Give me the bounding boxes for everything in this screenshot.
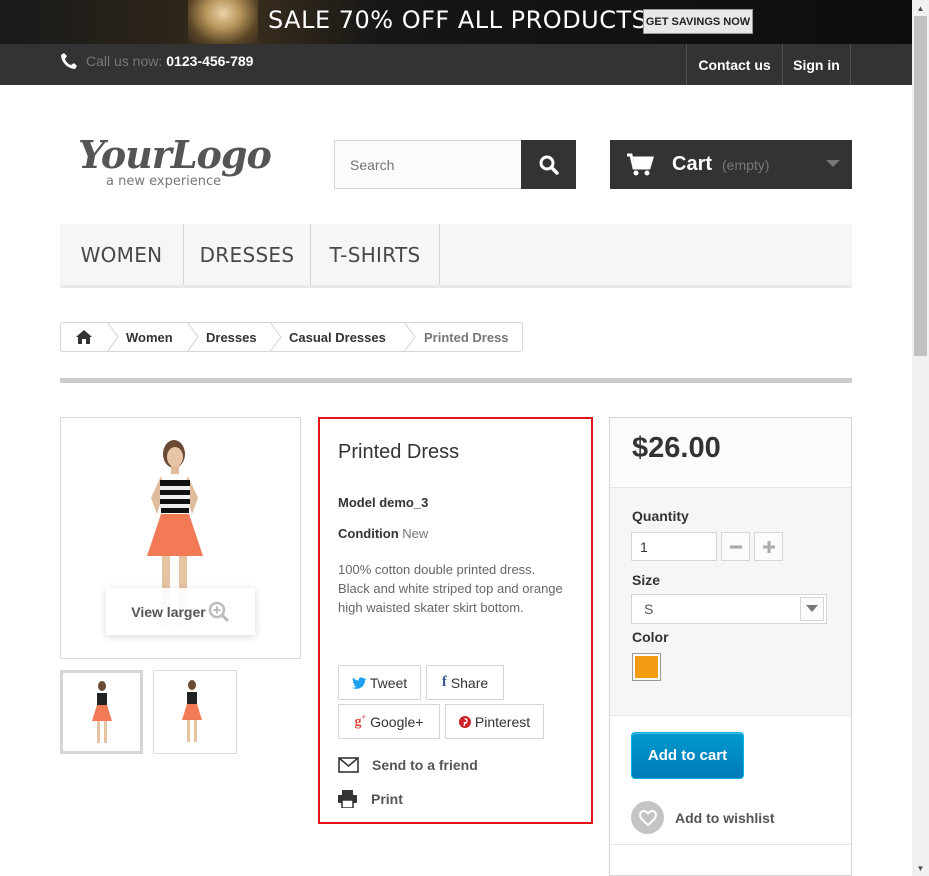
color-swatch-fill: [635, 656, 658, 678]
phone-icon: [61, 53, 77, 69]
pinterest-button[interactable]: Pinterest: [445, 704, 544, 739]
get-savings-button[interactable]: GET SAVINGS NOW: [643, 9, 753, 34]
promo-banner[interactable]: SALE 70% OFF ALL PRODUCTS GET SAVINGS NO…: [0, 0, 912, 44]
google-plus-icon: g+: [354, 712, 367, 730]
banner-model-image: [188, 0, 258, 44]
search-input[interactable]: [335, 141, 522, 188]
buy-box: $26.00 Quantity 1 Size S Color Add to ca…: [609, 417, 852, 876]
call-label: Call us now:: [86, 53, 163, 69]
breadcrumb-casual-dresses[interactable]: Casual Dresses: [289, 323, 386, 351]
breadcrumb-separator: [107, 322, 119, 352]
page-scrollbar[interactable]: ▲ ▼: [912, 0, 929, 876]
scrollbar-thumb[interactable]: [914, 16, 927, 356]
color-label: Color: [632, 629, 669, 645]
thumbnail-image: [92, 681, 112, 743]
google-plus-button[interactable]: g+ Google+: [338, 704, 440, 739]
breadcrumb-home[interactable]: [61, 323, 107, 351]
section-divider: [60, 378, 852, 383]
quantity-label: Quantity: [632, 508, 689, 524]
size-select[interactable]: S: [631, 594, 827, 624]
scroll-down-arrow[interactable]: ▼: [912, 860, 929, 876]
contact-us-link[interactable]: Contact us: [686, 44, 782, 85]
print-link[interactable]: Print: [338, 790, 403, 808]
breadcrumb-dresses[interactable]: Dresses: [206, 323, 257, 351]
send-to-friend-link[interactable]: Send to a friend: [338, 757, 478, 773]
condition-value: New: [402, 526, 429, 541]
printer-icon: [338, 790, 357, 808]
size-value: S: [644, 601, 654, 617]
breadcrumb-separator: [187, 322, 199, 352]
breadcrumb: Women Dresses Casual Dresses Printed Dre…: [60, 322, 523, 352]
pinterest-icon: [458, 715, 471, 728]
thumbnail-image: [182, 680, 202, 742]
wishlist-label: Add to wishlist: [675, 809, 775, 826]
facebook-share-button[interactable]: f Share: [426, 665, 504, 700]
buy-box-footer: [610, 844, 851, 875]
view-larger-label: View larger: [131, 603, 206, 620]
search-button[interactable]: [521, 140, 576, 189]
product-condition: Condition New: [338, 526, 428, 541]
twitter-icon: [351, 676, 366, 689]
main-menu: WOMEN DRESSES T-SHIRTS: [60, 224, 852, 288]
quantity-input[interactable]: 1: [631, 532, 717, 561]
google-label: Google+: [370, 713, 424, 730]
tweet-label: Tweet: [369, 674, 408, 691]
condition-label: Condition: [338, 526, 399, 541]
logo-tagline: a new experience: [106, 174, 222, 189]
breadcrumb-current: Printed Dress: [424, 329, 509, 345]
search-box: [334, 140, 576, 189]
send-friend-label: Send to a friend: [372, 757, 478, 773]
banner-sale-text: SALE 70% OFF ALL PRODUCTS: [268, 6, 648, 34]
breadcrumb-women[interactable]: Women: [126, 323, 173, 351]
model-value: demo_3: [379, 495, 429, 510]
zoom-in-icon: [208, 601, 229, 622]
plus-icon: [762, 540, 775, 553]
add-to-cart-button[interactable]: Add to cart: [631, 732, 744, 779]
envelope-icon: [338, 757, 359, 773]
pinterest-label: Pinterest: [474, 713, 531, 730]
minus-icon: [729, 545, 742, 548]
product-description: 100% cotton double printed dress. Black …: [338, 562, 563, 615]
menu-item-dresses[interactable]: DRESSES: [184, 224, 311, 285]
size-label: Size: [632, 572, 661, 588]
print-label: Print: [371, 791, 403, 807]
quantity-increase-button[interactable]: [754, 532, 783, 561]
sign-in-link[interactable]: Sign in: [782, 44, 851, 85]
cart-status: (empty): [722, 156, 770, 173]
chevron-down-icon: [800, 597, 824, 621]
menu-item-t-shirts[interactable]: T-SHIRTS: [311, 224, 440, 285]
logo-name: YourLogo: [78, 132, 272, 177]
product-price: $26.00: [632, 432, 721, 464]
shopping-cart-icon: [627, 153, 654, 175]
facebook-icon: f: [441, 674, 447, 690]
chevron-down-icon: [826, 160, 840, 167]
product-title: Printed Dress: [338, 441, 460, 463]
cart-label: Cart: [672, 153, 713, 175]
top-nav-bar: Call us now: 0123-456-789 Contact us Sig…: [0, 44, 912, 85]
search-icon: [539, 155, 559, 175]
product-model: Model demo_3: [338, 495, 428, 510]
phone-info: Call us now: 0123-456-789: [60, 52, 253, 70]
scroll-up-arrow[interactable]: ▲: [912, 0, 929, 16]
color-swatch-orange[interactable]: [632, 653, 661, 681]
price-section: $26.00: [610, 418, 851, 488]
product-thumbnail[interactable]: [60, 670, 143, 754]
share-label: Share: [450, 674, 489, 691]
tweet-button[interactable]: Tweet: [338, 665, 421, 700]
breadcrumb-separator: [270, 322, 282, 352]
model-label: Model: [338, 495, 376, 510]
site-logo[interactable]: YourLogo a new experience: [78, 132, 278, 192]
product-thumbnail[interactable]: [153, 670, 237, 754]
quantity-decrease-button[interactable]: [721, 532, 750, 561]
heart-icon: [631, 801, 664, 834]
product-info-panel: Printed Dress Model demo_3 Condition New…: [318, 417, 593, 824]
view-larger-button[interactable]: View larger: [106, 588, 255, 635]
menu-item-women[interactable]: WOMEN: [60, 224, 184, 285]
phone-number: 0123-456-789: [166, 53, 254, 69]
cart-button[interactable]: Cart (empty): [610, 140, 852, 189]
breadcrumb-separator: [404, 322, 416, 352]
home-icon: [76, 330, 92, 344]
add-to-wishlist-link[interactable]: Add to wishlist: [631, 801, 775, 834]
